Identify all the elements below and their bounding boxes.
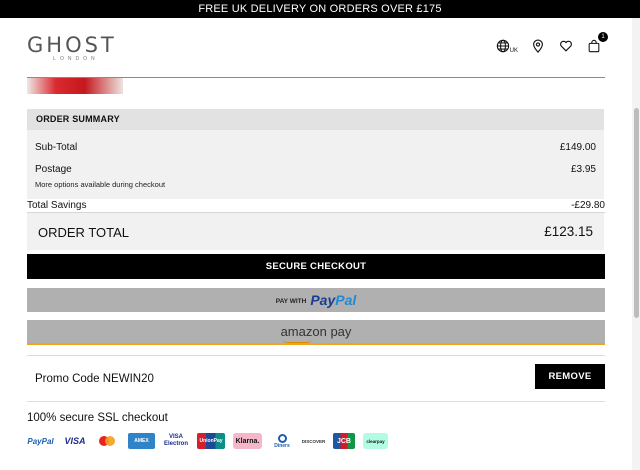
order-total-value: £123.15 [544,224,593,239]
promo-top-divider [27,355,605,356]
globe-icon [495,38,511,54]
discover-card-icon: DISCOVER [301,438,326,444]
site-header: GHOST LONDON UK 1 [0,18,632,78]
header-divider [27,77,605,78]
order-total-label: ORDER TOTAL [38,225,130,240]
ssl-secure-text: 100% secure SSL checkout [27,412,168,424]
savings-label: Total Savings [27,200,87,211]
cart-count-badge: 1 [598,32,608,42]
secure-checkout-button[interactable]: SECURE CHECKOUT [27,254,605,279]
promo-code-label: Promo Code NEWIN20 [35,373,154,385]
location-pin-icon[interactable] [530,38,546,54]
payment-methods-row: PayPal VISA AMEX VISA Electron UnionPay … [27,432,396,450]
jcb-card-icon: JCB [333,433,355,449]
clearpay-icon: clearpay [363,433,388,449]
savings-row: Total Savings -£29.80 [27,199,605,213]
paypal-card-icon: PayPal [27,436,54,446]
paypal-button[interactable]: PAY WITH PayPal [27,288,605,312]
region-label: UK [509,48,518,54]
visa-electron-top: VISA [168,434,183,440]
scrollbar-thumb[interactable] [634,108,639,318]
amazon-pay-logo: amazon pay [280,324,352,343]
diners-club-icon: Diners [270,433,294,449]
shopping-bag-icon[interactable]: 1 [586,32,608,54]
visa-card-icon: VISA [64,436,86,446]
amazon-smile-icon [282,339,311,343]
paypal-prefix: PAY WITH [275,297,307,305]
savings-value: -£29.80 [571,200,605,211]
remove-promo-button[interactable]: REMOVE [535,364,605,389]
klarna-icon: Klarna. [233,433,262,449]
order-total-row: ORDER TOTAL £123.15 [27,213,604,249]
page-scrollbar[interactable] [632,18,640,470]
header-icons: UK 1 [495,32,608,54]
product-thumbnail[interactable] [27,78,123,94]
order-summary-heading: ORDER SUMMARY [27,109,604,130]
diners-label: Diners [274,442,290,449]
paypal-brand-pay: Pay [310,292,336,308]
ghost-logo[interactable]: GHOST LONDON [27,33,117,62]
postage-value: £3.95 [570,164,596,175]
subtotal-value: £149.00 [559,142,596,153]
subtotal-label: Sub-Total [35,142,78,153]
mastercard-icon [96,433,120,449]
amazon-pay-label: amazon pay [280,324,352,339]
paypal-brand-pal: Pal [335,292,357,308]
region-selector[interactable]: UK [495,38,518,54]
visa-electron-icon: VISA Electron [163,433,189,449]
unionpay-icon: UnionPay [197,433,225,449]
paypal-logo: PayPal [310,292,356,308]
amex-card-icon: AMEX [128,433,155,449]
postage-label: Postage [35,164,72,175]
visa-electron-bottom: Electron [163,441,188,447]
promo-bottom-divider [27,401,605,402]
free-delivery-banner: FREE UK DELIVERY ON ORDERS OVER £175 [0,0,640,18]
postage-note: More options available during checkout [35,180,166,189]
logo-wordmark: GHOST [27,33,117,57]
heart-icon[interactable] [558,38,574,54]
amazon-pay-button[interactable]: amazon pay [27,320,605,345]
